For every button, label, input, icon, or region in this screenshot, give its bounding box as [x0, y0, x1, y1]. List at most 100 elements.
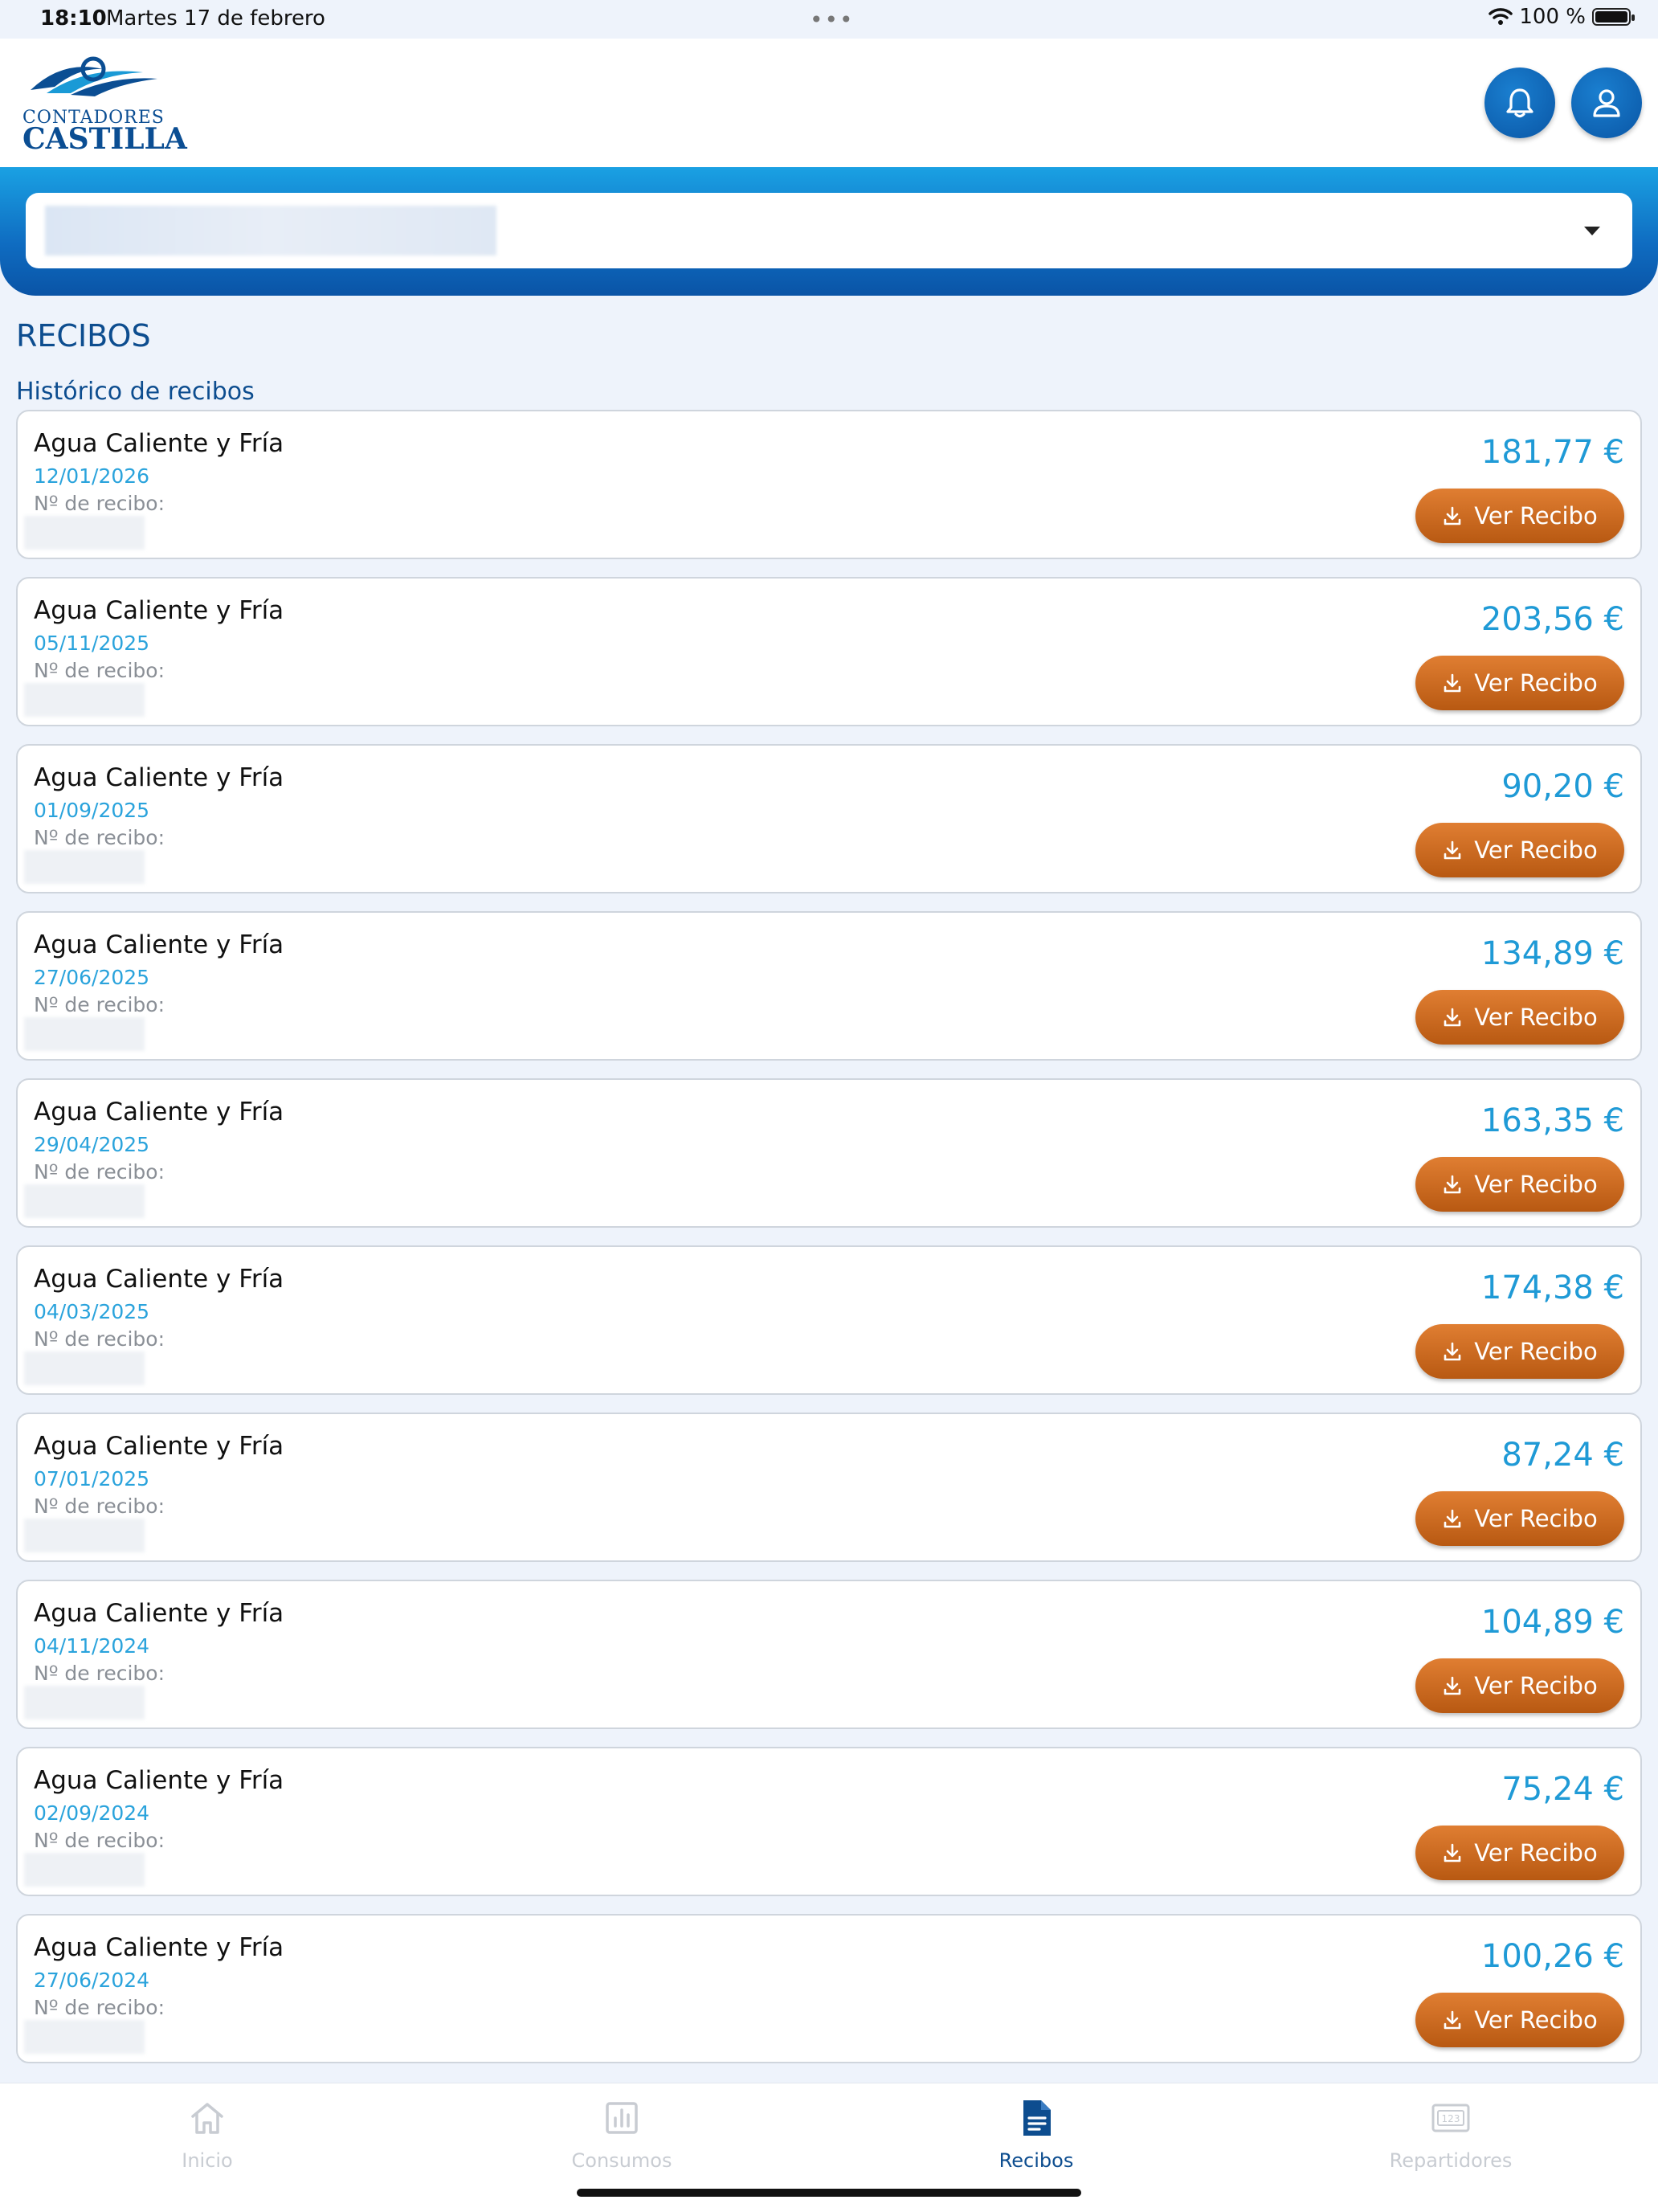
receipt-number-label: Nº de recibo: — [34, 1160, 165, 1184]
receipt-name: Agua Caliente y Fría — [34, 1766, 284, 1795]
page-title: RECIBOS — [16, 318, 151, 354]
receipt-number-label: Nº de recibo: — [34, 993, 165, 1016]
tab-label: Consumos — [571, 2149, 672, 2172]
receipt-card: Agua Caliente y Fría 07/01/2025 Nº de re… — [16, 1413, 1642, 1562]
caret-down-icon — [1584, 227, 1600, 235]
receipt-date: 12/01/2026 — [34, 464, 150, 488]
receipt-number-redacted — [24, 1853, 145, 1887]
receipt-number-redacted — [24, 1686, 145, 1719]
receipt-date: 27/06/2025 — [34, 966, 150, 989]
status-right: 100 % — [1489, 5, 1635, 29]
view-receipt-button[interactable]: Ver Recibo — [1415, 1826, 1624, 1880]
receipt-name: Agua Caliente y Fría — [34, 1599, 284, 1628]
receipt-card: Agua Caliente y Fría 02/09/2024 Nº de re… — [16, 1747, 1642, 1896]
status-date: Martes 17 de febrero — [106, 6, 325, 31]
receipt-number-label: Nº de recibo: — [34, 1996, 165, 2019]
home-icon — [191, 2103, 223, 2134]
receipt-amount: 75,24 € — [1501, 1771, 1624, 1808]
section-title: Histórico de recibos — [16, 378, 255, 406]
view-receipt-label: Ver Recibo — [1474, 2006, 1598, 2034]
notifications-button[interactable] — [1484, 67, 1555, 138]
receipts-list: Agua Caliente y Fría 12/01/2026 Nº de re… — [16, 410, 1642, 2081]
tab-label: Inicio — [182, 2149, 233, 2172]
receipt-date: 01/09/2025 — [34, 799, 150, 822]
receipt-amount: 134,89 € — [1480, 935, 1624, 972]
receipt-number-redacted — [24, 1184, 145, 1218]
receipt-number-redacted — [24, 683, 145, 717]
view-receipt-label: Ver Recibo — [1474, 1505, 1598, 1532]
counter-icon: 123 — [1431, 2104, 1470, 2132]
property-selector[interactable] — [26, 193, 1632, 268]
logo-wave-icon — [31, 56, 157, 96]
tab-repartidores[interactable]: 123 Repartidores — [1330, 2091, 1571, 2172]
receipt-date: 04/11/2024 — [34, 1634, 150, 1658]
download-icon — [1444, 1843, 1461, 1862]
battery-icon — [1592, 8, 1635, 26]
download-icon — [1444, 1342, 1461, 1361]
receipt-card: Agua Caliente y Fría 29/04/2025 Nº de re… — [16, 1078, 1642, 1228]
tab-inicio[interactable]: Inicio — [87, 2091, 328, 2172]
profile-button[interactable] — [1571, 67, 1642, 138]
download-icon — [1444, 506, 1461, 525]
receipt-amount: 163,35 € — [1480, 1102, 1624, 1139]
receipt-card: Agua Caliente y Fría 04/03/2025 Nº de re… — [16, 1245, 1642, 1395]
view-receipt-button[interactable]: Ver Recibo — [1415, 990, 1624, 1045]
view-receipt-button[interactable]: Ver Recibo — [1415, 1157, 1624, 1212]
view-receipt-button[interactable]: Ver Recibo — [1415, 1324, 1624, 1379]
view-receipt-label: Ver Recibo — [1474, 1004, 1598, 1031]
selector-value-redacted — [45, 206, 496, 256]
view-receipt-button[interactable]: Ver Recibo — [1415, 489, 1624, 543]
receipt-number-label: Nº de recibo: — [34, 1494, 165, 1518]
receipt-number-redacted — [24, 1351, 145, 1385]
receipt-date: 05/11/2025 — [34, 632, 150, 655]
multitasking-dots[interactable]: ••• — [810, 6, 855, 33]
svg-text:123: 123 — [1442, 2113, 1460, 2124]
receipt-card: Agua Caliente y Fría 27/06/2025 Nº de re… — [16, 911, 1642, 1061]
download-icon — [1444, 1175, 1461, 1194]
receipt-card: Agua Caliente y Fría 05/11/2025 Nº de re… — [16, 577, 1642, 726]
view-receipt-label: Ver Recibo — [1474, 1171, 1598, 1198]
receipt-amount: 87,24 € — [1501, 1437, 1624, 1474]
receipt-amount: 181,77 € — [1480, 434, 1624, 471]
tab-consumos[interactable]: Consumos — [501, 2091, 742, 2172]
view-receipt-label: Ver Recibo — [1474, 836, 1598, 864]
view-receipt-button[interactable]: Ver Recibo — [1415, 1491, 1624, 1546]
logo-line2: CASTILLA — [22, 122, 187, 156]
receipt-date: 04/03/2025 — [34, 1300, 150, 1323]
document-icon — [1023, 2100, 1051, 2136]
receipt-number-label: Nº de recibo: — [34, 826, 165, 849]
receipt-card: Agua Caliente y Fría 01/09/2025 Nº de re… — [16, 744, 1642, 893]
home-indicator[interactable] — [577, 2189, 1081, 2197]
tab-recibos[interactable]: Recibos — [916, 2091, 1157, 2172]
download-icon — [1444, 840, 1461, 860]
download-icon — [1444, 673, 1461, 693]
download-icon — [1444, 1676, 1461, 1695]
view-receipt-label: Ver Recibo — [1474, 502, 1598, 529]
receipt-amount: 90,20 € — [1501, 768, 1624, 805]
view-receipt-button[interactable]: Ver Recibo — [1415, 1993, 1624, 2047]
receipt-amount: 104,89 € — [1480, 1604, 1624, 1641]
view-receipt-label: Ver Recibo — [1474, 669, 1598, 697]
receipt-date: 07/01/2025 — [34, 1467, 150, 1490]
receipt-number-redacted — [24, 2020, 145, 2054]
receipt-name: Agua Caliente y Fría — [34, 763, 284, 792]
logo[interactable]: CONTADORES CASTILLA — [22, 51, 187, 156]
receipt-date: 29/04/2025 — [34, 1133, 150, 1156]
user-icon — [1593, 89, 1620, 117]
download-icon — [1444, 1509, 1461, 1528]
receipt-amount: 203,56 € — [1480, 601, 1624, 638]
receipt-name: Agua Caliente y Fría — [34, 596, 284, 625]
receipt-number-label: Nº de recibo: — [34, 1829, 165, 1852]
receipt-name: Agua Caliente y Fría — [34, 1933, 284, 1962]
app-header: CONTADORES CASTILLA — [0, 39, 1658, 167]
view-receipt-button[interactable]: Ver Recibo — [1415, 1658, 1624, 1713]
view-receipt-label: Ver Recibo — [1474, 1839, 1598, 1867]
view-receipt-button[interactable]: Ver Recibo — [1415, 823, 1624, 877]
receipt-card: Agua Caliente y Fría 12/01/2026 Nº de re… — [16, 410, 1642, 559]
view-receipt-label: Ver Recibo — [1474, 1338, 1598, 1365]
receipt-date: 02/09/2024 — [34, 1801, 150, 1825]
receipt-number-redacted — [24, 1519, 145, 1552]
view-receipt-button[interactable]: Ver Recibo — [1415, 656, 1624, 710]
receipt-amount: 174,38 € — [1480, 1270, 1624, 1306]
download-icon — [1444, 2010, 1461, 2030]
